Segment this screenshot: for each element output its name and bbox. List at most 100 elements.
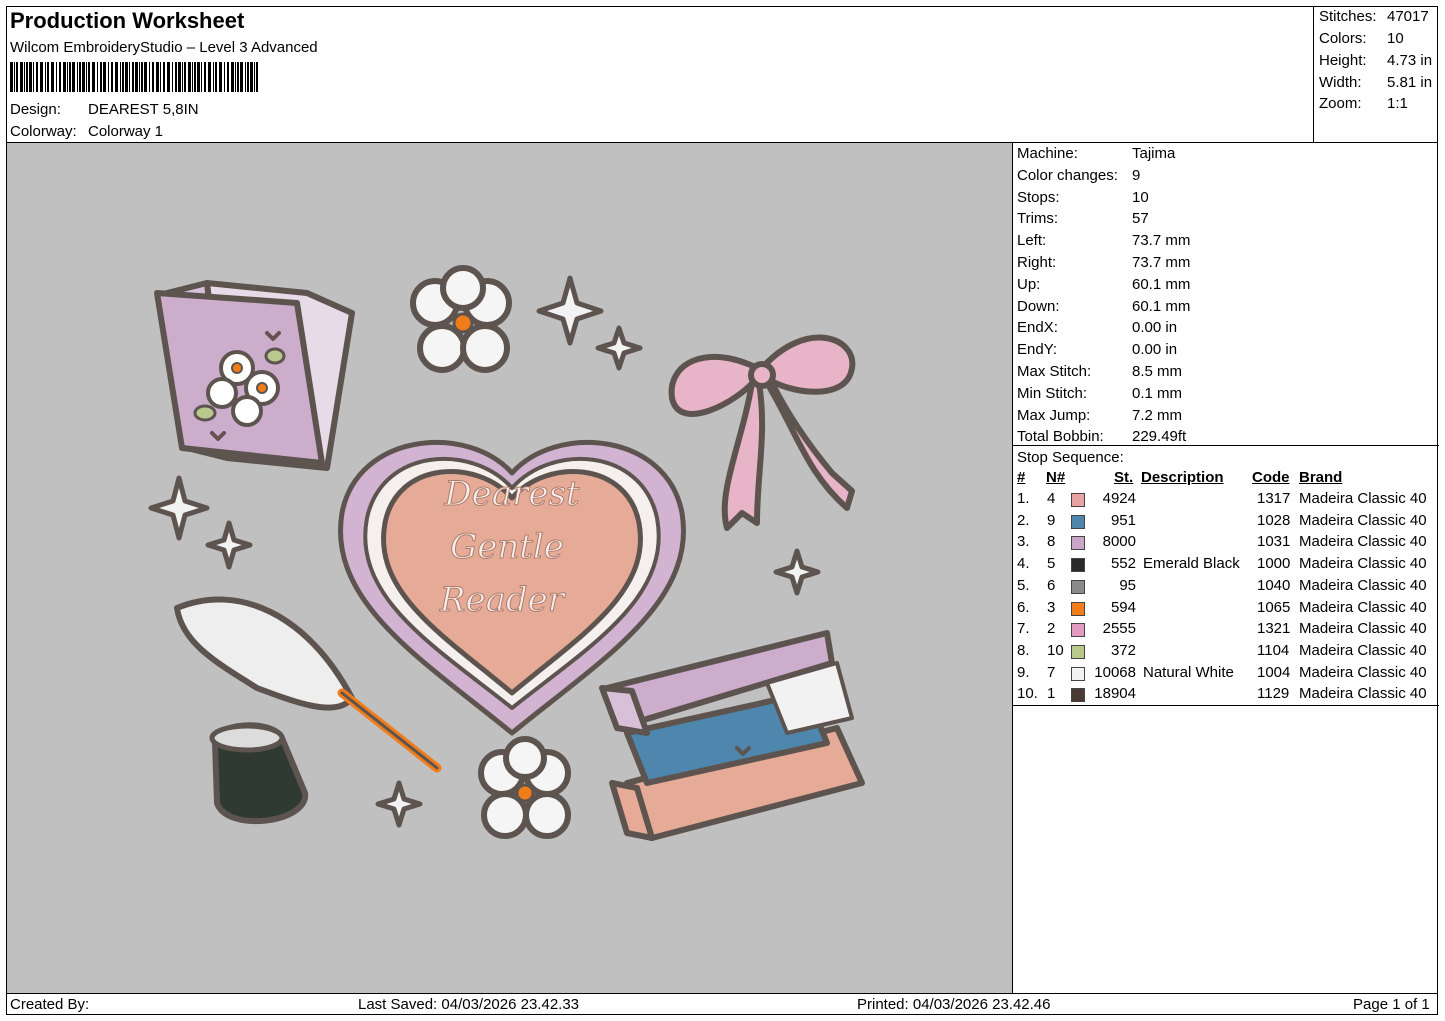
summary-value: 5.81 in: [1387, 74, 1433, 91]
software-name: Wilcom EmbroideryStudio – Level 3 Advanc…: [10, 39, 318, 56]
summary-value: 1:1: [1387, 95, 1408, 112]
stitch-count: 18904: [1094, 685, 1136, 703]
summary-label: Height:: [1319, 52, 1367, 69]
ink-pot-icon: [209, 722, 309, 825]
color-swatch: [1071, 644, 1085, 659]
thread-brand: Madeira Classic 40: [1299, 685, 1427, 703]
thread-brand: Madeira Classic 40: [1299, 576, 1427, 594]
machine-info-row: Up: 60.1 mm: [1017, 276, 1190, 293]
info-value: 60.1 mm: [1132, 275, 1191, 293]
table-bottom-divider: [1013, 705, 1439, 706]
row-number: 7.: [1017, 620, 1030, 638]
table-row: 1. 4 4924 1317 Madeira Classic 40: [1013, 490, 1439, 512]
footer-divider: [6, 993, 1438, 994]
row-number: 5.: [1017, 576, 1030, 594]
col-header-num: #: [1017, 469, 1026, 486]
row-number: 4.: [1017, 555, 1030, 573]
thread-code: 1028: [1257, 511, 1291, 529]
thread-code: 1129: [1257, 685, 1290, 703]
color-swatch: [1071, 493, 1085, 507]
summary-value: 47017: [1387, 8, 1429, 25]
needle-number: 5: [1047, 555, 1056, 573]
machine-info-row: Color changes: 9: [1017, 167, 1140, 184]
summary-row: Height: 4.73 in: [1319, 52, 1432, 69]
table-row: 5. 6 95 1040 Madeira Classic 40: [1013, 577, 1439, 599]
machine-info-row: Min Stitch: 0.1 mm: [1017, 385, 1182, 402]
thread-brand: Madeira Classic 40: [1299, 533, 1427, 551]
col-header-stitches: St.: [1114, 469, 1134, 486]
colorway-row: Colorway: Colorway 1: [10, 123, 163, 140]
printed-date: Printed: 04/03/2026 23.42.46: [857, 996, 1051, 1013]
summary-label: Colors:: [1319, 30, 1367, 47]
thread-code: 1031: [1257, 533, 1291, 551]
thread-brand: Madeira Classic 40: [1299, 490, 1427, 507]
machine-info-row: Down: 60.1 mm: [1017, 297, 1190, 315]
info-value: 60.1 mm: [1132, 297, 1191, 315]
summary-row: Zoom: 1:1: [1319, 95, 1408, 112]
created-by: Created By:: [10, 996, 90, 1013]
row-number: 10.: [1017, 685, 1038, 703]
flower-icon: [478, 736, 571, 839]
thread-brand: Madeira Classic 40: [1299, 598, 1427, 616]
ribbon-bow-icon: [668, 334, 856, 531]
stitch-count: 2555: [1102, 620, 1136, 638]
machine-info-row: Total Bobbin: 229.49ft: [1017, 428, 1186, 445]
table-row: 9. 7 10068 Natural White 1004 Madeira Classic…: [1013, 664, 1439, 686]
needle-number: 7: [1047, 663, 1056, 681]
info-label: EndX:: [1017, 319, 1058, 337]
machine-info-row: Right: 73.7 mm: [1017, 254, 1190, 271]
row-number: 6.: [1017, 598, 1030, 616]
row-number: 2.: [1017, 511, 1030, 529]
color-swatch: [1071, 514, 1085, 529]
col-header-code: Code: [1252, 469, 1290, 486]
design-text-line-3: Reader: [439, 580, 566, 620]
info-label: Stops:: [1017, 188, 1060, 206]
info-label: Down:: [1017, 297, 1060, 315]
info-value: Tajima: [1132, 145, 1176, 162]
color-swatch: [1071, 558, 1085, 573]
table-row: 3. 8 8000 1031 Madeira Classic 40: [1013, 533, 1439, 555]
color-swatch: [1071, 601, 1085, 616]
machine-info-row: Max Stitch: 8.5 mm: [1017, 363, 1182, 380]
design-row: Design: DEAREST 5,8IN: [10, 101, 199, 118]
row-number: 1.: [1017, 490, 1030, 507]
design-preview: Dearest Gentle Reader: [7, 143, 1012, 993]
flower-icon: [410, 265, 512, 373]
info-value: 10: [1132, 188, 1149, 206]
row-number: 8.: [1017, 641, 1030, 659]
col-header-brand: Brand: [1299, 469, 1343, 486]
row-number: 3.: [1017, 533, 1030, 551]
info-value: 7.2 mm: [1132, 406, 1183, 424]
stitch-count: 594: [1110, 598, 1136, 616]
info-label: Max Jump:: [1017, 406, 1091, 424]
needle-number: 1: [1047, 685, 1056, 703]
color-swatch: [1071, 536, 1085, 551]
summary-panel: Stitches: 47017 Colors: 10 Height: 4.73 in …: [1313, 6, 1439, 143]
machine-info-row: EndY: 0.00 in: [1017, 341, 1177, 358]
summary-value: 10: [1387, 30, 1404, 47]
colorway-value: Colorway 1: [88, 123, 164, 140]
summary-row: Colors: 10: [1319, 30, 1404, 47]
col-header-needle: N#: [1046, 469, 1066, 486]
color-swatch: [1071, 688, 1085, 703]
info-label: Right:: [1017, 254, 1057, 271]
table-row: 4. 5 552 Emerald Black 1000 Madeira Classic 4…: [1013, 555, 1439, 577]
stop-sequence-title: Stop Sequence:: [1017, 449, 1124, 466]
stitch-count: 10068: [1094, 663, 1136, 681]
thread-code: 1004: [1257, 663, 1291, 681]
table-row: 7. 2 2555 1321 Madeira Classic 40: [1013, 620, 1439, 642]
machine-info-row: Trims: 57: [1017, 210, 1149, 227]
summary-label: Width:: [1319, 74, 1362, 91]
table-row: 2. 9 951 1028 Madeira Classic 40: [1013, 512, 1439, 534]
info-value: 0.1 mm: [1132, 384, 1183, 402]
thread-brand: Madeira Classic 40: [1299, 663, 1427, 681]
design-text-line-2: Gentle: [450, 527, 564, 567]
design-label: Design:: [10, 101, 61, 118]
book-icon: [154, 280, 355, 471]
thread-description: Natural White: [1143, 663, 1234, 681]
info-value: 0.00 in: [1132, 319, 1178, 337]
color-swatch: [1071, 579, 1085, 594]
thread-code: 1065: [1257, 598, 1291, 616]
row-number: 9.: [1017, 663, 1030, 681]
summary-value: 4.73 in: [1387, 52, 1433, 69]
